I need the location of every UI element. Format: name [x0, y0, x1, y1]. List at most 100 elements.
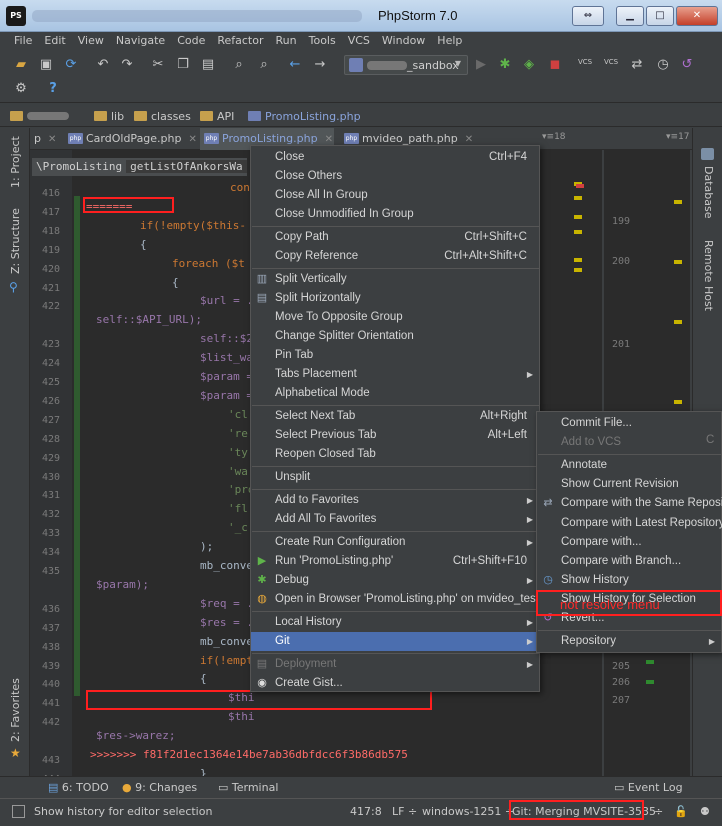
- stripe-marker[interactable]: [574, 268, 582, 272]
- close-icon[interactable]: ✕: [325, 134, 333, 145]
- changes-tool-button[interactable]: ● 9: Changes: [122, 781, 197, 794]
- menu-item-compare-with-the-same-repository[interactable]: ⇄ Compare with the Same Repository: [537, 494, 722, 513]
- run-configuration-select[interactable]: _sandbox ▼: [344, 55, 468, 75]
- replace-icon[interactable]: ⌕: [255, 56, 273, 74]
- tab-overflow-counter[interactable]: ▾≡18: [542, 132, 566, 142]
- menu-item-copy-path[interactable]: Copy Path Ctrl+Shift+C: [251, 228, 539, 247]
- menu-item-add-to-favorites[interactable]: Add to Favorites ▶: [251, 491, 539, 510]
- menu-item-tabs-placement[interactable]: Tabs Placement ▶: [251, 365, 539, 384]
- minimize-button[interactable]: ▁: [616, 6, 644, 26]
- debug-icon[interactable]: ✱: [496, 56, 514, 74]
- vcs-update-icon[interactable]: VCS: [576, 53, 594, 71]
- menu-item-annotate[interactable]: Annotate: [537, 456, 721, 475]
- tab-overflow-counter-right[interactable]: ▾≡17: [666, 132, 690, 142]
- menu-navigate[interactable]: Navigate: [110, 32, 171, 49]
- menu-item-deployment[interactable]: ▤ Deployment ▶: [251, 655, 539, 674]
- menu-item-change-splitter-orientation[interactable]: Change Splitter Orientation: [251, 327, 539, 346]
- close-window-button[interactable]: ✕: [676, 6, 718, 26]
- method-breadcrumb[interactable]: getListOfAnkorsWa: [126, 160, 247, 173]
- menu-item-close[interactable]: Close Ctrl+F4: [251, 148, 539, 167]
- redo-icon[interactable]: ↷: [118, 56, 136, 74]
- code-line[interactable]: 'fl: [228, 502, 248, 515]
- code-line[interactable]: self::$API_URL);: [96, 313, 202, 326]
- code-line[interactable]: 'cl: [228, 408, 248, 421]
- stripe-marker[interactable]: [574, 196, 582, 200]
- paste-icon[interactable]: ▤: [199, 56, 217, 74]
- restore-tabs-button[interactable]: ⇔: [572, 6, 604, 26]
- code-line[interactable]: 'wa: [228, 465, 248, 478]
- menu-edit[interactable]: Edit: [38, 32, 71, 49]
- code-line[interactable]: mb_conve: [200, 559, 253, 572]
- event-log-tool-button[interactable]: ▭ Event Log: [614, 781, 683, 794]
- close-icon[interactable]: ✕: [189, 134, 197, 145]
- menu-item-create-gist[interactable]: ◉ Create Gist...: [251, 674, 539, 693]
- vcs-history-icon[interactable]: ◷: [654, 56, 672, 74]
- breadcrumb-api[interactable]: API: [200, 110, 234, 123]
- stripe-marker[interactable]: [574, 230, 582, 234]
- file-encoding[interactable]: windows-1251 ÷: [422, 805, 514, 818]
- branch-chevron-icon[interactable]: ÷: [654, 805, 663, 818]
- code-line[interactable]: mb_conve: [200, 635, 253, 648]
- menu-refactor[interactable]: Refactor: [211, 32, 269, 49]
- project-tool-button[interactable]: 1: Project: [9, 136, 22, 188]
- menu-item-split-vertically[interactable]: ▥ Split Vertically: [251, 270, 539, 289]
- code-line[interactable]: 're: [228, 427, 248, 440]
- stripe-marker[interactable]: [646, 660, 654, 664]
- menu-file[interactable]: File: [8, 32, 38, 49]
- code-line[interactable]: if(!empt: [200, 654, 253, 667]
- menu-item-run-promolisting-php[interactable]: ▶ Run 'PromoListing.php' Ctrl+Shift+F10: [251, 552, 539, 571]
- code-line[interactable]: $url = .: [200, 294, 253, 307]
- menu-tools[interactable]: Tools: [303, 32, 342, 49]
- breadcrumb-file[interactable]: PromoListing.php: [248, 110, 361, 123]
- code-line[interactable]: if(!empty($this-: [140, 219, 246, 232]
- stripe-marker[interactable]: [674, 200, 682, 204]
- menu-item-local-history[interactable]: Local History ▶: [251, 613, 539, 632]
- menu-item-compare-with-latest-repository-v[interactable]: Compare with Latest Repository V: [537, 514, 722, 533]
- menu-code[interactable]: Code: [171, 32, 211, 49]
- stripe-marker[interactable]: [674, 400, 682, 404]
- settings-icon[interactable]: ⚙: [12, 80, 30, 98]
- code-line[interactable]: $param);: [96, 578, 149, 591]
- find-icon[interactable]: ⌕: [230, 56, 248, 74]
- code-line[interactable]: $list_wa: [200, 351, 253, 364]
- menu-item-unsplit[interactable]: Unsplit: [251, 468, 539, 487]
- menu-window[interactable]: Window: [376, 32, 431, 49]
- stripe-marker[interactable]: [646, 680, 654, 684]
- sync-icon[interactable]: ⟳: [62, 56, 80, 74]
- menu-item-close-others[interactable]: Close Others: [251, 167, 539, 186]
- menu-item-debug[interactable]: ✱ Debug ▶: [251, 571, 539, 590]
- close-icon[interactable]: ✕: [48, 134, 56, 145]
- menu-item-show-history[interactable]: ◷ Show History: [537, 571, 721, 590]
- favorites-tool-button[interactable]: 2: Favorites: [9, 678, 22, 742]
- stripe-marker[interactable]: [674, 260, 682, 264]
- menu-item-add-to-vcs[interactable]: Add to VCS: [537, 433, 721, 452]
- code-line[interactable]: $res->warez;: [96, 729, 175, 742]
- tool-windows-toggle-icon[interactable]: [12, 805, 25, 818]
- menu-run[interactable]: Run: [270, 32, 303, 49]
- vcs-revert-icon[interactable]: ↺: [678, 56, 696, 74]
- help-icon[interactable]: ?: [44, 80, 62, 98]
- code-line[interactable]: self::$2: [200, 332, 253, 345]
- stripe-marker[interactable]: [576, 184, 584, 188]
- caret-position[interactable]: 417:8: [350, 805, 382, 818]
- menu-item-compare-with[interactable]: Compare with...: [537, 533, 721, 552]
- menu-item-select-previous-tab[interactable]: Select Previous Tab Alt+Left: [251, 426, 539, 445]
- code-line[interactable]: 'ty: [228, 446, 248, 459]
- breadcrumb-lib[interactable]: lib: [94, 110, 124, 123]
- stripe-marker[interactable]: [574, 215, 582, 219]
- code-line[interactable]: $thi: [228, 710, 255, 723]
- menu-item-close-unmodified-in-group[interactable]: Close Unmodified In Group: [251, 205, 539, 224]
- lock-icon[interactable]: 🔓: [674, 805, 688, 818]
- vcs-commit-icon[interactable]: VCS: [602, 53, 620, 71]
- code-line[interactable]: '_c: [228, 521, 248, 534]
- menu-item-pin-tab[interactable]: Pin Tab: [251, 346, 539, 365]
- menu-item-close-all-in-group[interactable]: Close All In Group: [251, 186, 539, 205]
- code-line[interactable]: $param =: [200, 389, 253, 402]
- breadcrumb-classes[interactable]: classes: [134, 110, 191, 123]
- close-icon[interactable]: ✕: [465, 134, 473, 145]
- vcs-compare-icon[interactable]: ⇄: [628, 56, 646, 74]
- remote-host-tool-button[interactable]: Remote Host: [702, 240, 715, 311]
- todo-tool-button[interactable]: ▤ 6: TODO: [48, 781, 109, 794]
- inspector-icon[interactable]: ⚉: [700, 805, 710, 818]
- copy-icon[interactable]: ❐: [174, 56, 192, 74]
